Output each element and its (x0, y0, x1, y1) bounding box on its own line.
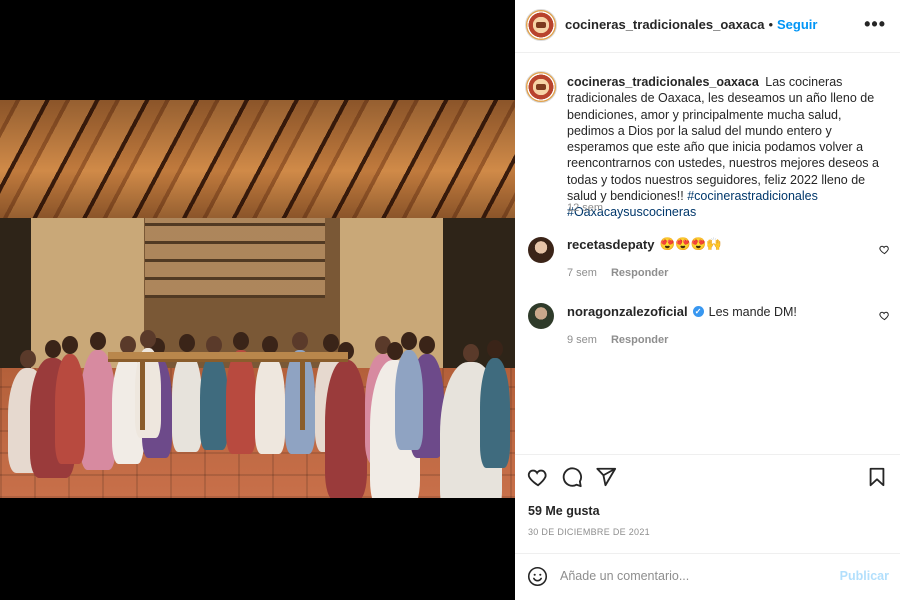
author-username[interactable]: cocineras_tradicionales_oaxaca (565, 17, 764, 32)
post-caption: cocineras_tradicionales_oaxaca Las cocin… (567, 74, 892, 221)
reply-button[interactable]: Responder (611, 334, 668, 346)
post-photo[interactable] (0, 100, 515, 498)
post-date[interactable]: 30 DE DICIEMBRE DE 2021 (528, 527, 650, 537)
photo-person-head (487, 340, 503, 358)
header-divider (515, 52, 900, 53)
photo-person-head (20, 350, 36, 368)
photo-person (200, 354, 228, 450)
comment-avatar[interactable] (528, 303, 554, 329)
comment-like-heart-icon[interactable] (879, 310, 890, 321)
comment-meta: 9 sem Responder (567, 334, 668, 346)
bookmark-icon[interactable] (866, 466, 888, 488)
comment-time: 9 sem (567, 334, 597, 346)
follow-button[interactable]: Seguir (777, 17, 817, 32)
action-bar (527, 466, 617, 488)
comment-item: noragonzalezoficial ✓ Les mande DM! (567, 304, 797, 319)
photo-person (395, 350, 423, 450)
comment-text: 😍😍😍🙌 (659, 237, 722, 251)
photo-person-head (233, 332, 249, 350)
caption-text: Las cocineras tradicionales de Oaxaca, l… (567, 75, 879, 204)
post-side-panel: cocineras_tradicionales_oaxaca • Seguir … (515, 0, 900, 600)
photo-person-head (140, 330, 156, 348)
add-comment-bar: Publicar (527, 563, 889, 589)
follow-separator: • (768, 17, 774, 32)
photo-person (80, 350, 116, 470)
comment-like-heart-icon[interactable] (879, 244, 890, 255)
comment-username[interactable]: noragonzalezoficial (567, 304, 688, 319)
comment-meta: 7 sem Responder (567, 267, 668, 279)
more-options-icon[interactable]: ••• (864, 14, 886, 35)
likes-count[interactable]: 59 Me gusta (528, 504, 600, 518)
caption-author-username[interactable]: cocineras_tradicionales_oaxaca (567, 75, 759, 89)
post-header: cocineras_tradicionales_oaxaca • Seguir (565, 17, 817, 32)
emoji-icon[interactable] (527, 566, 548, 587)
photo-person (480, 358, 510, 468)
photo-person-head (463, 344, 479, 362)
photo-person-head (292, 332, 308, 350)
input-divider (515, 553, 900, 554)
caption-time: 12 sem (567, 202, 604, 214)
comment-time: 7 sem (567, 267, 597, 279)
caption-author-avatar[interactable] (525, 71, 557, 103)
photo-person-head (62, 336, 78, 354)
comment-input[interactable] (560, 569, 830, 583)
photo-person (55, 354, 85, 464)
photo-group-of-cooks (0, 250, 515, 498)
photo-person (255, 354, 285, 454)
photo-person (172, 352, 202, 452)
heart-icon[interactable] (527, 466, 549, 488)
photo-person-head (401, 332, 417, 350)
publish-button[interactable]: Publicar (840, 569, 889, 583)
comment-item: recetasdepaty 😍😍😍🙌 (567, 237, 722, 252)
photo-person-head (179, 334, 195, 352)
photo-table (108, 352, 348, 362)
verified-badge-icon: ✓ (692, 306, 704, 317)
comment-username[interactable]: recetasdepaty (567, 237, 654, 252)
reply-button[interactable]: Responder (611, 267, 668, 279)
photo-person (226, 350, 256, 454)
share-icon[interactable] (595, 466, 617, 488)
comment-text: Les mande DM! (708, 304, 797, 319)
author-avatar[interactable] (525, 9, 557, 41)
photo-person-head (44, 340, 61, 358)
photo-person-head (90, 332, 106, 350)
photo-person-head (323, 334, 339, 352)
post-media[interactable] (0, 0, 515, 600)
comment-icon[interactable] (561, 466, 583, 488)
photo-person (325, 360, 367, 498)
actions-divider (515, 454, 900, 455)
comment-avatar[interactable] (528, 237, 554, 263)
photo-person-head (419, 336, 435, 354)
